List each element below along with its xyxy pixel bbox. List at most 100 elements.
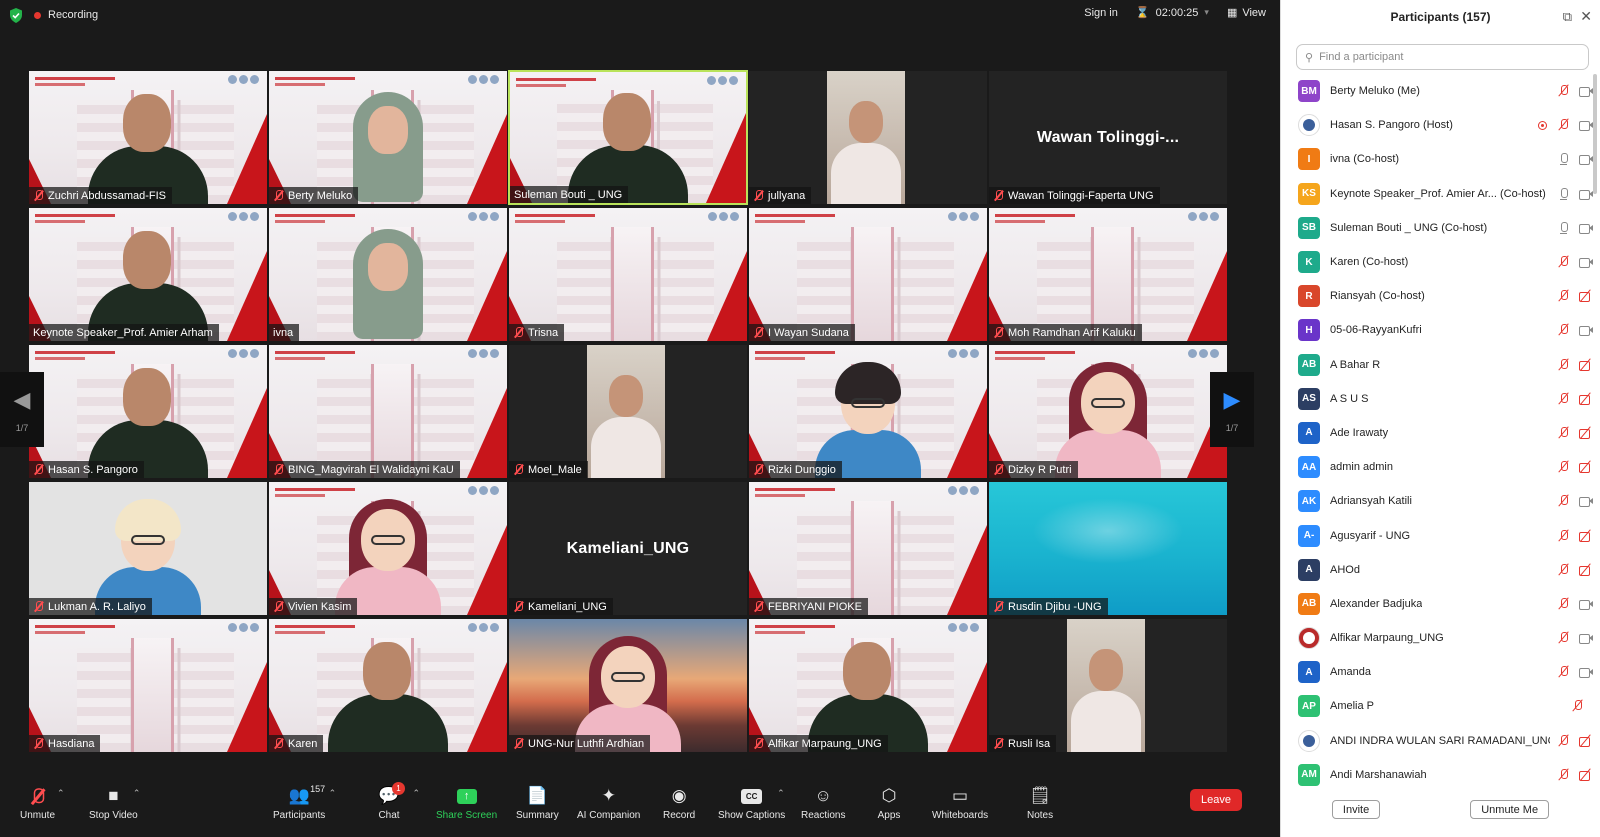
- record-button[interactable]: ◉ Record: [663, 785, 695, 821]
- meeting-timer[interactable]: ⌛ 02:00:25 ▾: [1136, 6, 1209, 20]
- participant-search[interactable]: ⚲: [1296, 44, 1589, 70]
- view-button[interactable]: ▦ View: [1227, 6, 1266, 20]
- video-tile[interactable]: I Wayan Sudana: [748, 207, 988, 342]
- participant-row[interactable]: AA admin admin: [1281, 450, 1593, 484]
- background-shape: [755, 625, 835, 628]
- participant-row[interactable]: A- Agusyarif - UNG: [1281, 518, 1593, 552]
- unmute-me-button[interactable]: Unmute Me: [1470, 800, 1550, 819]
- video-tile[interactable]: Rizki Dunggio: [748, 344, 988, 479]
- video-tile[interactable]: Alfikar Marpaung_UNG: [748, 618, 988, 753]
- participant-row[interactable]: AS A S U S: [1281, 382, 1593, 416]
- participant-row[interactable]: K Karen (Co-host): [1281, 245, 1593, 279]
- mic-off-icon: [33, 464, 44, 475]
- participant-row[interactable]: AP Amelia P: [1281, 689, 1593, 723]
- video-tile[interactable]: UNG-Nur Luthfi Ardhian: [508, 618, 748, 753]
- logo-icon: [468, 486, 477, 495]
- participant-list-name: Karen (Co-host): [1330, 256, 1409, 269]
- video-tile[interactable]: BING_Magvirah El Walidayni KaU: [268, 344, 508, 479]
- video-tile[interactable]: Hasdiana: [28, 618, 268, 753]
- video-tile[interactable]: ivna: [268, 207, 508, 342]
- chevron-up-icon[interactable]: ⌃: [412, 788, 420, 799]
- video-tile[interactable]: Karen: [268, 618, 508, 753]
- video-tile[interactable]: Suleman Bouti _ UNG: [508, 70, 748, 205]
- previous-page-button[interactable]: ◀ 1/7: [0, 372, 44, 447]
- recording-indicator[interactable]: Recording: [34, 6, 98, 24]
- video-tile[interactable]: Rusli Isa: [988, 618, 1228, 753]
- participant-name: Wawan Tolinggi-Faperta UNG: [1008, 189, 1154, 202]
- glasses-icon: [371, 535, 405, 545]
- whiteboards-button[interactable]: ▭ Whiteboards: [932, 785, 988, 821]
- video-tile[interactable]: Hasan S. Pangoro: [28, 344, 268, 479]
- share-screen-button[interactable]: ↑ Share Screen: [436, 785, 497, 821]
- video-tile[interactable]: Vivien Kasim: [268, 481, 508, 616]
- participant-avatar: AS: [1298, 387, 1320, 410]
- stop-video-button[interactable]: ■ ⌃ Stop Video: [89, 785, 141, 821]
- video-tile[interactable]: jullyana: [748, 70, 988, 205]
- notes-button[interactable]: 🗒 Notes: [1027, 785, 1053, 821]
- summary-button[interactable]: 📄 Summary: [516, 785, 559, 821]
- participant-list-name: admin admin: [1330, 461, 1393, 474]
- invite-button[interactable]: Invite: [1331, 800, 1381, 819]
- participant-row[interactable]: SB Suleman Bouti _ UNG (Co-host): [1281, 211, 1593, 245]
- participant-row[interactable]: BM Berty Meluko (Me): [1281, 74, 1593, 108]
- chevron-up-icon[interactable]: ⌃: [329, 788, 337, 799]
- sign-in-link[interactable]: Sign in: [1084, 7, 1118, 19]
- video-tile[interactable]: Moel_Male: [508, 344, 748, 479]
- ai-companion-button[interactable]: ✦ AI Companion: [577, 785, 640, 821]
- background-shape: [516, 78, 596, 81]
- chevron-up-icon[interactable]: ⌃: [777, 788, 785, 799]
- whiteboard-icon: ▭: [952, 786, 969, 805]
- profile-picture-icon: [1303, 734, 1315, 747]
- participant-row[interactable]: KS Keynote Speaker_Prof. Amier Ar... (Co-…: [1281, 177, 1593, 211]
- video-tile[interactable]: Wawan Tolinggi-... Wawan Tolinggi-Faperta…: [988, 70, 1228, 205]
- video-tile[interactable]: Rusdin Djibu -UNG: [988, 481, 1228, 616]
- participant-row[interactable]: AM Andi Marshanawiah: [1281, 758, 1593, 792]
- participant-row[interactable]: Hasan S. Pangoro (Host): [1281, 108, 1593, 142]
- show-captions-button[interactable]: CC ⌃ Show Captions: [718, 785, 785, 821]
- participant-row[interactable]: H 05-06-RayyanKufri: [1281, 313, 1593, 347]
- video-tile[interactable]: Dizky R Putri: [988, 344, 1228, 479]
- video-tile[interactable]: Kameliani_UNG Kameliani_UNG: [508, 481, 748, 616]
- logo-icon: [730, 212, 739, 221]
- video-tile[interactable]: Trisna: [508, 207, 748, 342]
- participants-button[interactable]: 👥 157 ⌃ Participants: [273, 784, 336, 821]
- participant-row[interactable]: Iivna (Co-host): [1281, 142, 1593, 176]
- mic-off-icon: [993, 464, 1004, 475]
- participant-status-icons: [1557, 279, 1593, 313]
- participant-row[interactable]: AK Adriansyah Katili: [1281, 484, 1593, 518]
- unmute-button[interactable]: ⌃ Unmute: [20, 785, 65, 821]
- mic-off-icon: [273, 190, 284, 201]
- logo-icon: [970, 349, 979, 358]
- video-tile[interactable]: FEBRIYANI PIOKE: [748, 481, 988, 616]
- search-input[interactable]: [1319, 51, 1560, 63]
- participant-row[interactable]: AB Alexander Badjuka: [1281, 587, 1593, 621]
- participant-status-icons: [1571, 689, 1593, 723]
- video-tile[interactable]: Keynote Speaker_Prof. Amier Arham: [28, 207, 268, 342]
- participant-row[interactable]: Alfikar Marpaung_UNG: [1281, 621, 1593, 655]
- leave-button[interactable]: Leave: [1190, 789, 1242, 811]
- apps-button[interactable]: ⬡ Apps: [876, 785, 902, 821]
- participant-status-icons: [1557, 621, 1593, 655]
- participant-row[interactable]: ANDI INDRA WULAN SARI RAMADANI_UNG: [1281, 724, 1593, 758]
- participant-status-icons: [1535, 108, 1593, 142]
- participant-row[interactable]: AB A Bahar R: [1281, 348, 1593, 382]
- video-icon: [1579, 597, 1593, 611]
- video-tile[interactable]: Berty Meluko: [268, 70, 508, 205]
- next-page-button[interactable]: ▶ 1/7: [1210, 372, 1254, 447]
- video-tile[interactable]: Lukman A. R. Laliyo: [28, 481, 268, 616]
- chat-button[interactable]: 💬 1 ⌃ Chat: [376, 782, 420, 821]
- participant-row[interactable]: A AHOd: [1281, 553, 1593, 587]
- video-tile[interactable]: Zuchri Abdussamad-FIS: [28, 70, 268, 205]
- pop-out-icon[interactable]: ⧉: [1563, 9, 1572, 25]
- participant-row[interactable]: A Ade Irawaty: [1281, 416, 1593, 450]
- chevron-up-icon[interactable]: ⌃: [133, 788, 141, 799]
- person-shape: [591, 417, 661, 478]
- reactions-button[interactable]: ☺ Reactions: [801, 785, 845, 821]
- participant-row[interactable]: R Riansyah (Co-host): [1281, 279, 1593, 313]
- shield-icon[interactable]: [9, 8, 23, 23]
- participant-row[interactable]: A Amanda: [1281, 655, 1593, 689]
- close-icon[interactable]: ✕: [1580, 8, 1592, 25]
- video-tile[interactable]: Moh Ramdhan Arif Kaluku: [988, 207, 1228, 342]
- chevron-up-icon[interactable]: ⌃: [57, 788, 65, 799]
- scrollbar[interactable]: [1593, 74, 1597, 194]
